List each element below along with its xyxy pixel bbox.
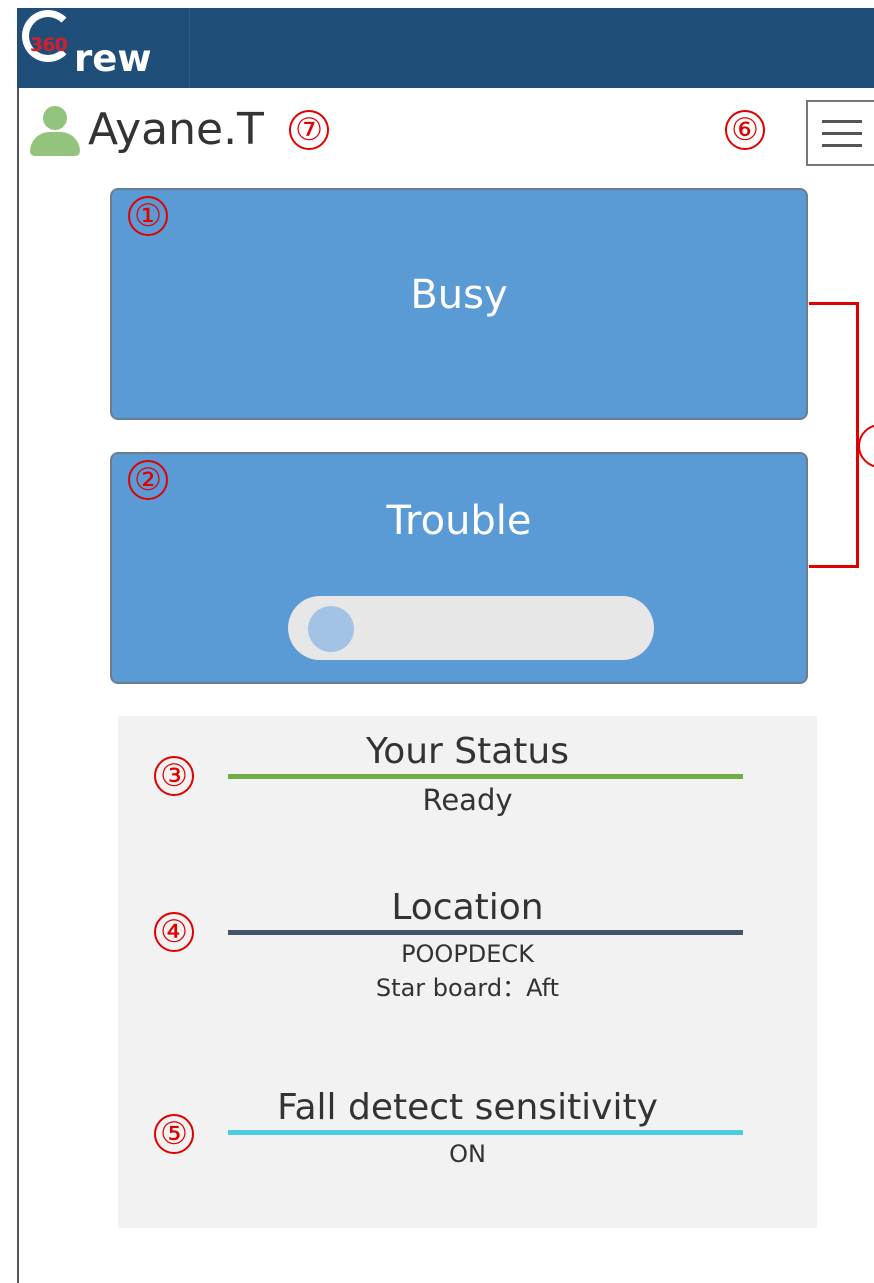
annotation-partial-circle bbox=[858, 424, 874, 468]
your-status-value: Ready bbox=[422, 783, 513, 817]
trouble-button-label: Trouble bbox=[386, 498, 532, 544]
fall-detect-divider bbox=[228, 1130, 743, 1135]
fall-detect-title: Fall detect sensitivity bbox=[277, 1087, 658, 1128]
hamburger-icon-line bbox=[822, 120, 862, 123]
toggle-knob[interactable] bbox=[308, 606, 354, 652]
annotation-bracket bbox=[809, 302, 859, 568]
app-frame-border bbox=[17, 8, 19, 1283]
location-title: Location bbox=[391, 887, 544, 928]
trouble-button[interactable]: Trouble bbox=[110, 452, 808, 684]
location-area: POOPDECK bbox=[401, 940, 534, 968]
location-detail: Star board：Aft bbox=[375, 974, 560, 1002]
annotation-1: ① bbox=[128, 196, 168, 236]
header-divider bbox=[189, 8, 190, 88]
hamburger-icon-line bbox=[822, 132, 862, 135]
your-status-title: Your Status bbox=[365, 731, 569, 772]
busy-button-label: Busy bbox=[410, 272, 508, 318]
annotation-2: ② bbox=[128, 460, 168, 500]
menu-button[interactable] bbox=[806, 100, 874, 166]
user-icon bbox=[30, 106, 80, 156]
location-divider bbox=[228, 930, 743, 935]
logo-text: rew bbox=[74, 37, 152, 80]
annotation-6: ⑥ bbox=[725, 110, 765, 150]
your-status-divider bbox=[228, 774, 743, 779]
busy-button[interactable]: Busy bbox=[110, 188, 808, 420]
hamburger-icon-line bbox=[822, 144, 862, 147]
status-panel: ③ Your Status Ready ④ Location POOPDECK … bbox=[118, 716, 817, 1228]
annotation-7: ⑦ bbox=[289, 110, 329, 150]
logo-number: 360 bbox=[30, 34, 68, 56]
fall-detect-value: ON bbox=[449, 1140, 486, 1168]
trouble-toggle[interactable] bbox=[288, 596, 654, 660]
user-name: Ayane.T bbox=[88, 104, 264, 155]
